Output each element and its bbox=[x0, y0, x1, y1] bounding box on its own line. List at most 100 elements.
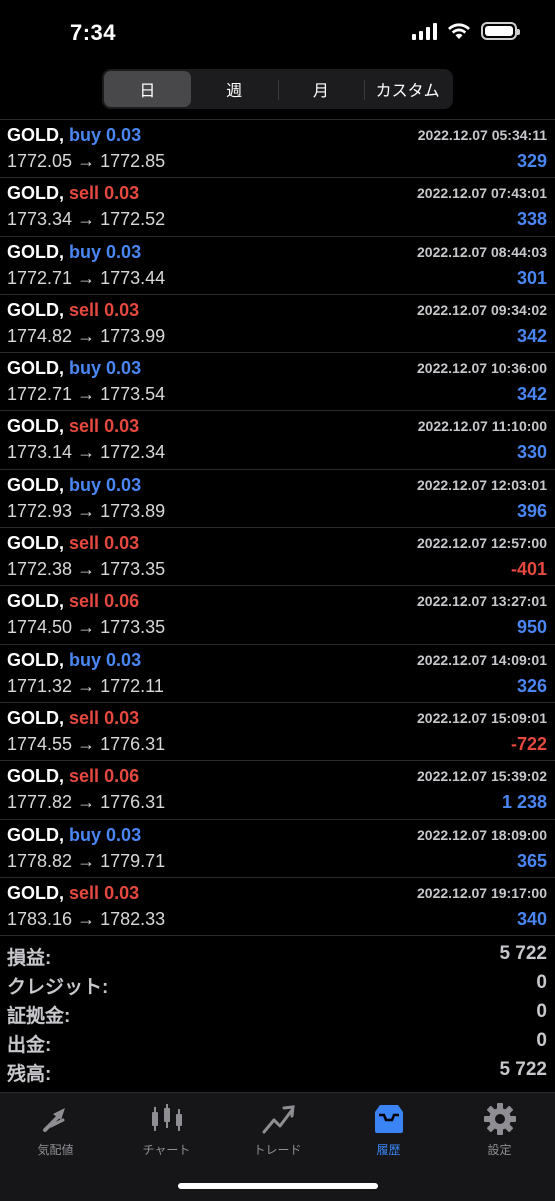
deal-row[interactable]: GOLD, sell 0.03 2022.12.07 19:17:00 1783.1… bbox=[0, 878, 555, 937]
quotes-icon bbox=[0, 1101, 111, 1137]
deal-volume: 0.03 bbox=[104, 707, 140, 728]
summary-row: 残高: 5 722 bbox=[0, 1056, 555, 1085]
deal-side: buy bbox=[69, 358, 102, 379]
deal-row[interactable]: GOLD, buy 0.03 2022.12.07 14:09:01 1771.32… bbox=[0, 645, 555, 703]
deal-prices: 1772.38 → 1773.35 bbox=[7, 559, 165, 580]
deal-row[interactable]: GOLD, sell 0.03 2022.12.07 07:43:01 1773.3… bbox=[0, 178, 555, 237]
tab-custom[interactable]: カスタム bbox=[364, 71, 451, 107]
cellular-signal-icon bbox=[412, 22, 437, 40]
deal-profit: 330 bbox=[516, 442, 547, 463]
deal-close-price: 1776.31 bbox=[100, 792, 166, 813]
deal-row[interactable]: GOLD, buy 0.03 2022.12.07 08:44:03 1772.71… bbox=[0, 237, 555, 295]
deal-volume: 0.03 bbox=[106, 649, 142, 670]
tab-chart[interactable]: チャート bbox=[111, 1101, 222, 1158]
status-time: 7:34 bbox=[70, 20, 117, 45]
deal-side: buy bbox=[69, 824, 102, 845]
deal-time: 2022.12.07 05:34:11 bbox=[417, 127, 547, 143]
deal-open-price: 1772.93 bbox=[7, 500, 73, 521]
deal-row[interactable]: GOLD, sell 0.03 2022.12.07 15:09:01 1774.5… bbox=[0, 703, 555, 762]
deal-volume: 0.03 bbox=[104, 882, 140, 903]
deal-time: 2022.12.07 15:39:02 bbox=[417, 768, 547, 785]
deal-close-price: 1772.52 bbox=[100, 209, 166, 230]
deal-time: 2022.12.07 15:09:01 bbox=[417, 709, 547, 726]
deal-close-price: 1779.71 bbox=[100, 850, 166, 871]
deal-time: 2022.12.07 11:10:00 bbox=[417, 418, 547, 435]
deal-volume: 0.03 bbox=[104, 416, 140, 437]
deal-close-price: 1772.11 bbox=[100, 675, 164, 696]
deal-time: 2022.12.07 19:17:00 bbox=[417, 884, 547, 901]
deal-volume: 0.03 bbox=[106, 474, 142, 495]
deal-profit: 326 bbox=[516, 675, 547, 696]
deal-prices: 1772.71 → 1773.54 bbox=[7, 384, 165, 405]
summary-row: クレジット: 0 bbox=[0, 969, 555, 998]
summary-label: 損益: bbox=[7, 948, 52, 969]
deal-title: GOLD, buy 0.03 bbox=[7, 650, 141, 671]
deal-prices: 1783.16 → 1782.33 bbox=[7, 909, 165, 930]
deal-title: GOLD, buy 0.03 bbox=[7, 242, 141, 263]
deal-volume: 0.03 bbox=[106, 824, 142, 845]
deal-row[interactable]: GOLD, sell 0.03 2022.12.07 12:57:00 1772.3… bbox=[0, 528, 555, 587]
deal-side: sell bbox=[69, 416, 100, 437]
deal-symbol: GOLD, bbox=[7, 299, 64, 320]
deal-open-price: 1772.71 bbox=[7, 384, 73, 405]
deal-row[interactable]: GOLD, buy 0.03 2022.12.07 18:09:00 1778.82… bbox=[0, 820, 555, 878]
deal-time: 2022.12.07 12:57:00 bbox=[417, 535, 547, 552]
deal-row[interactable]: GOLD, sell 0.03 2022.12.07 11:10:00 1773.1… bbox=[0, 411, 555, 470]
deal-row[interactable]: GOLD, buy 0.03 2022.12.07 10:36:00 1772.71… bbox=[0, 353, 555, 412]
deal-title: GOLD, buy 0.03 bbox=[7, 475, 141, 496]
deal-prices: 1772.93 → 1773.89 bbox=[7, 501, 165, 522]
deal-row[interactable]: GOLD, sell 0.06 2022.12.07 15:39:02 1777.8… bbox=[0, 761, 555, 820]
tab-day[interactable]: 日 bbox=[104, 71, 191, 107]
tab-settings[interactable]: 設定 bbox=[444, 1101, 555, 1158]
deal-row[interactable]: GOLD, buy 0.03 2022.12.07 12:03:01 1772.93… bbox=[0, 470, 555, 529]
deal-profit: 338 bbox=[516, 209, 547, 230]
deal-row[interactable]: GOLD, buy 0.03 2022.12.07 05:34:11 1772.05… bbox=[0, 120, 555, 179]
deal-prices: 1772.71 → 1773.44 bbox=[7, 268, 165, 289]
deal-symbol: GOLD, bbox=[7, 591, 64, 612]
deal-side: sell bbox=[69, 882, 100, 903]
deal-side: buy bbox=[69, 125, 102, 145]
deal-close-price: 1773.89 bbox=[100, 500, 166, 521]
deal-time: 2022.12.07 10:36:00 bbox=[417, 360, 547, 377]
deal-prices: 1774.55 → 1776.31 bbox=[7, 734, 165, 755]
deal-title: GOLD, sell 0.03 bbox=[7, 708, 139, 729]
deal-title: GOLD, sell 0.03 bbox=[7, 533, 139, 554]
arrow-icon: → bbox=[77, 792, 96, 813]
deal-open-price: 1777.82 bbox=[7, 792, 73, 813]
deal-row[interactable]: GOLD, sell 0.03 2022.12.07 09:34:02 1774.8… bbox=[0, 295, 555, 354]
deal-close-price: 1782.33 bbox=[100, 908, 166, 929]
summary-value: 5 722 bbox=[499, 943, 547, 964]
deal-close-price: 1773.99 bbox=[100, 325, 166, 346]
deal-volume: 0.03 bbox=[104, 183, 140, 204]
deal-volume: 0.03 bbox=[104, 533, 140, 554]
settings-icon bbox=[444, 1101, 555, 1137]
tab-label: 気配値 bbox=[37, 1143, 74, 1157]
deal-profit: 340 bbox=[516, 908, 547, 929]
deal-open-price: 1774.55 bbox=[7, 733, 73, 754]
deal-prices: 1771.32 → 1772.11 bbox=[7, 676, 164, 697]
arrow-icon: → bbox=[77, 675, 96, 696]
tab-label: 設定 bbox=[487, 1143, 512, 1157]
tab-trade[interactable]: トレード bbox=[222, 1101, 333, 1158]
tab-month[interactable]: 月 bbox=[277, 71, 365, 107]
deal-time: 2022.12.07 07:43:01 bbox=[417, 185, 547, 202]
deal-profit: 396 bbox=[516, 500, 547, 521]
deal-volume: 0.03 bbox=[106, 241, 142, 262]
arrow-icon: → bbox=[77, 850, 96, 871]
deal-row[interactable]: GOLD, sell 0.06 2022.12.07 13:27:01 1774.5… bbox=[0, 586, 555, 645]
deal-side: sell bbox=[69, 707, 100, 728]
deal-title: GOLD, buy 0.03 bbox=[7, 125, 141, 146]
deal-time: 2022.12.07 08:44:03 bbox=[417, 243, 547, 260]
arrow-icon: → bbox=[77, 559, 96, 580]
arrow-icon: → bbox=[77, 209, 96, 230]
summary-label: クレジット: bbox=[7, 977, 109, 998]
tab-history[interactable]: 履歴 bbox=[333, 1101, 444, 1158]
deal-title: GOLD, sell 0.06 bbox=[7, 591, 139, 612]
deal-side: sell bbox=[69, 591, 100, 612]
tab-week[interactable]: 週 bbox=[191, 71, 278, 107]
deal-close-price: 1776.31 bbox=[100, 733, 166, 754]
tab-quotes[interactable]: 気配値 bbox=[0, 1101, 111, 1158]
deal-volume: 0.03 bbox=[104, 299, 140, 320]
deal-symbol: GOLD, bbox=[7, 183, 64, 204]
deal-open-price: 1772.05 bbox=[7, 151, 73, 171]
